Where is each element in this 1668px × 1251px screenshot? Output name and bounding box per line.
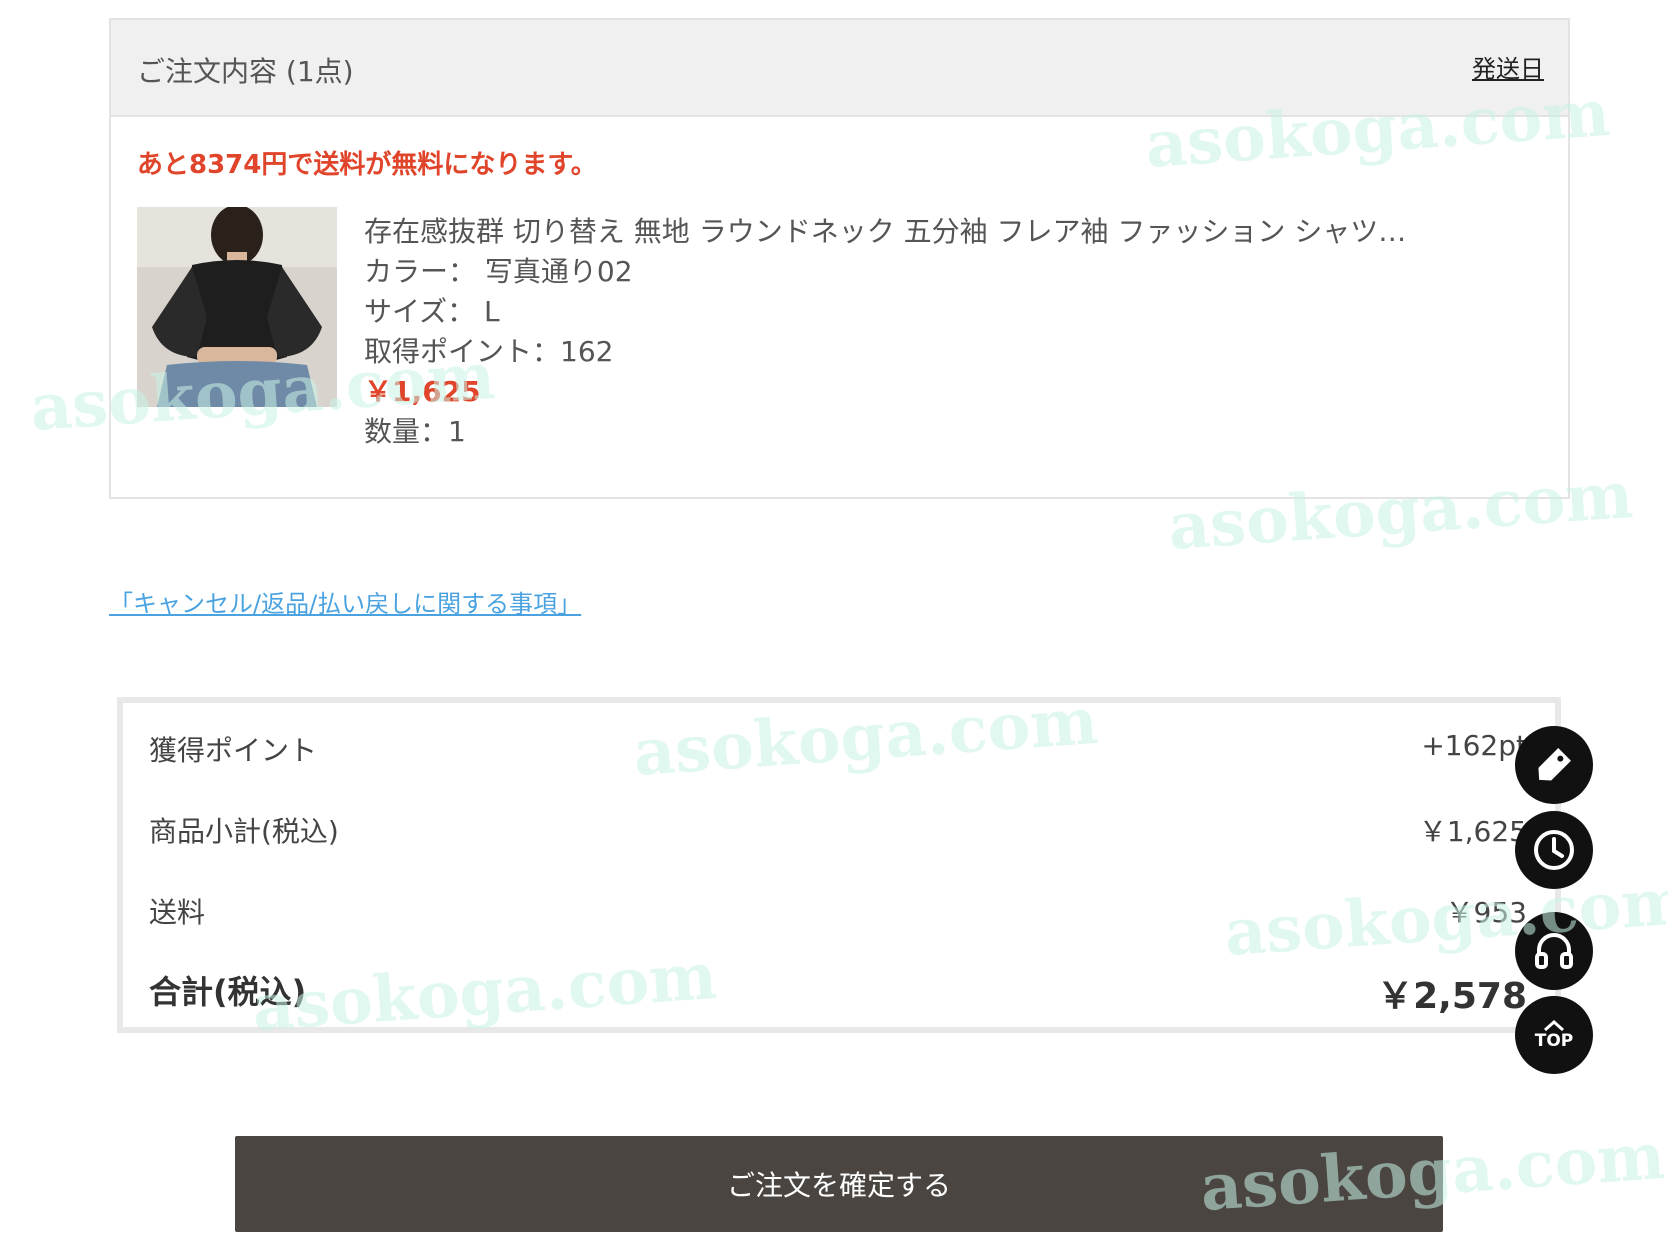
support-button[interactable] bbox=[1515, 912, 1593, 990]
summary-label: 送料 bbox=[149, 896, 206, 929]
summary-value: ￥953 bbox=[1445, 896, 1527, 929]
confirm-order-button[interactable]: ご注文を確定する bbox=[235, 1136, 1443, 1232]
summary-row-shipping: 送料 ￥953 bbox=[149, 891, 1527, 935]
summary-row-subtotal: 商品小計(税込) ￥1,625 bbox=[149, 810, 1527, 854]
product-quantity: 数量：1 bbox=[364, 415, 466, 448]
product-details: 存在感抜群 切り替え 無地 ラウンドネック 五分袖 フレア袖 ファッション シャ… bbox=[364, 212, 1474, 452]
product-points: 取得ポイント：162 bbox=[364, 335, 614, 368]
ship-date-link[interactable]: 発送日 bbox=[1472, 49, 1544, 84]
summary-label: 獲得ポイント bbox=[149, 734, 318, 767]
history-button[interactable] bbox=[1515, 811, 1593, 889]
product-color: カラー： 写真通り02 bbox=[364, 255, 633, 288]
clock-icon bbox=[1534, 830, 1574, 870]
summary-value: ￥2,578 bbox=[1377, 976, 1527, 1017]
sale-tag-button[interactable] bbox=[1515, 726, 1593, 804]
cancel-policy-link[interactable]: 「キャンセル/返品/払い戻しに関する事項」 bbox=[109, 584, 581, 619]
summary-value: ￥1,625 bbox=[1418, 815, 1527, 848]
order-summary: 獲得ポイント +162pt 商品小計(税込) ￥1,625 送料 ￥953 合計… bbox=[117, 697, 1561, 1033]
sale-tag-icon bbox=[1538, 748, 1571, 781]
summary-row-total: 合計(税込) ￥2,578 bbox=[149, 967, 1527, 1017]
product-size: サイズ： L bbox=[364, 295, 500, 328]
product-name[interactable]: 存在感抜群 切り替え 無地 ラウンドネック 五分袖 フレア袖 ファッション シャ… bbox=[364, 212, 1474, 252]
summary-row-points: 獲得ポイント +162pt bbox=[149, 729, 1527, 773]
summary-value: +162pt bbox=[1421, 729, 1527, 762]
back-to-top-button[interactable]: TOP bbox=[1515, 996, 1593, 1074]
free-shipping-notice: あと8374円で送料が無料になります。 bbox=[137, 150, 597, 180]
order-contents-box: ご注文内容 (1点) 発送日 あと8374円で送料が無料になります。 存在感抜群… bbox=[109, 18, 1570, 499]
top-label: TOP bbox=[1534, 1031, 1574, 1051]
headphones-icon bbox=[1535, 933, 1573, 969]
summary-label: 合計(税込) bbox=[149, 973, 307, 1011]
product-image[interactable] bbox=[137, 207, 337, 407]
summary-label: 商品小計(税込) bbox=[149, 815, 339, 848]
order-title: ご注文内容 (1点) bbox=[137, 55, 354, 88]
order-header: ご注文内容 (1点) 発送日 bbox=[111, 20, 1568, 117]
product-price: ￥1,625 bbox=[364, 375, 481, 408]
